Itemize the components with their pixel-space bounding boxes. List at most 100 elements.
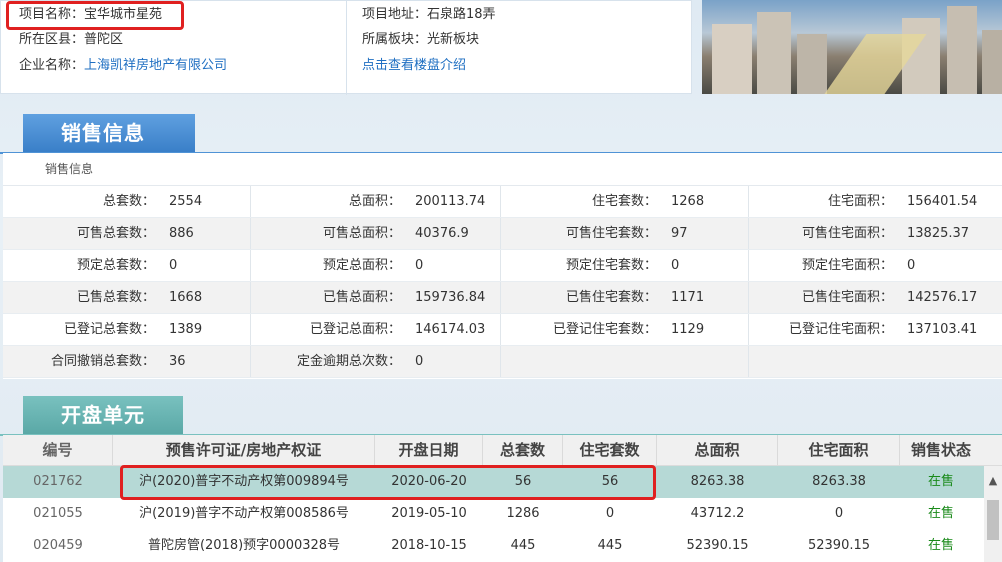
sales-value: 1668 [163,282,251,313]
sales-label: 已售总面积： [322,290,401,305]
sales-value [665,346,749,377]
sales-label: 总套数： [102,194,155,209]
units-section-tab: 开盘单元 [23,396,183,434]
sales-label: 预定总面积： [322,258,401,273]
sales-label: 定金逾期总次数： [296,354,401,369]
project-info-right: 项目地址：石泉路18弄 所属板块：光新板块 点击查看楼盘介绍 [348,1,692,95]
sales-value: 200113.74 [409,186,501,217]
sales-row: 预定总套数： 0 预定总面积： 0 预定住宅套数： 0 预定住宅面积： 0 [3,250,1002,282]
unit-open-date: 2019-05-10 [391,506,467,521]
sales-label [749,346,901,377]
column-header-residential-units[interactable]: 住宅套数 [563,435,657,465]
sales-value: 886 [163,218,251,249]
column-header-total-units[interactable]: 总套数 [483,435,563,465]
unit-total-area: 52390.15 [686,538,749,553]
intro-row: 点击查看楼盘介绍 [362,55,466,77]
sales-label: 可售住宅套数： [565,226,657,241]
sales-label: 合同撤销总套数： [50,354,155,369]
sales-label: 总面积： [348,194,401,209]
unit-permit: 沪(2019)普字不动产权第008586号 [139,506,349,521]
sales-label: 已售总套数： [76,290,155,305]
sales-value: 142576.17 [907,290,978,305]
sales-label: 已售住宅面积： [801,290,893,305]
sales-value: 0 [163,250,251,281]
sales-label: 可售总面积： [322,226,401,241]
sales-value: 13825.37 [907,226,970,241]
address-label: 项目地址： [362,7,428,22]
unit-number: 020459 [33,538,83,553]
unit-total-units: 1286 [506,506,540,521]
unit-permit: 普陀房管(2018)预字0000328号 [147,538,341,553]
sales-label: 预定住宅面积： [801,258,893,273]
block-value: 光新板块 [427,32,480,47]
sales-value: 36 [163,346,251,377]
sales-value: 1171 [665,282,749,313]
sales-label [501,346,665,377]
project-photo [702,0,1002,94]
sales-row: 已售总套数： 1668 已售总面积： 159736.84 已售住宅套数： 117… [3,282,1002,314]
sales-value: 137103.41 [907,322,978,337]
sales-value: 159736.84 [409,282,501,313]
sales-value: 2554 [163,186,251,217]
sales-row: 已登记总套数： 1389 已登记总面积： 146174.03 已登记住宅套数： … [3,314,1002,346]
sales-label: 住宅套数： [591,194,657,209]
sales-value: 1129 [665,314,749,345]
sales-value: 156401.54 [907,194,978,209]
unit-number: 021055 [33,506,83,521]
sales-row: 总套数： 2554 总面积： 200113.74 住宅套数： 1268 住宅面积… [3,186,1002,218]
sales-label: 住宅面积： [827,194,893,209]
district-label: 所在区县： [19,32,85,47]
unit-sales-status: 在售 [927,538,954,553]
sales-value: 146174.03 [409,314,501,345]
address-value: 石泉路18弄 [427,7,496,22]
sales-value: 97 [665,218,749,249]
table-row[interactable]: 021055 沪(2019)普字不动产权第008586号 2019-05-10 … [3,498,1002,530]
sales-label: 已登记总面积： [309,322,401,337]
sales-section-tab: 销售信息 [23,114,195,152]
sales-caption: 销售信息 [3,153,1002,186]
sales-value: 40376.9 [409,218,501,249]
unit-total-units: 445 [510,538,536,553]
sales-value [901,346,1002,377]
unit-residential-area: 8263.38 [812,474,866,489]
company-row: 企业名称：上海凯祥房地产有限公司 [19,55,227,77]
unit-residential-area: 0 [834,506,844,521]
column-header-sales-status[interactable]: 销售状态 [900,435,982,465]
table-row[interactable]: 020459 普陀房管(2018)预字0000328号 2018-10-15 4… [3,530,1002,562]
project-name-highlight [6,1,184,30]
unit-total-area: 8263.38 [690,474,745,489]
sales-label: 可售总套数： [76,226,155,241]
unit-residential-area: 52390.15 [807,538,871,553]
address-row: 项目地址：石泉路18弄 [362,4,496,26]
unit-residential-units: 0 [605,506,615,521]
column-header-total-area[interactable]: 总面积 [657,435,778,465]
chevron-up-icon[interactable]: ▲ [984,474,1002,488]
unit-number: 021762 [33,474,83,489]
district-row: 所在区县：普陀区 [19,29,123,51]
unit-sales-status: 在售 [927,474,954,489]
unit-total-area: 43712.2 [690,506,745,521]
column-header-residential-area[interactable]: 住宅面积 [778,435,900,465]
units-section-header: 开盘单元 [0,396,1002,436]
sales-label: 预定总套数： [76,258,155,273]
sales-label: 已售住宅套数： [565,290,657,305]
unit-sales-status: 在售 [927,506,954,521]
project-intro-link[interactable]: 点击查看楼盘介绍 [362,58,466,73]
block-label: 所属板块： [362,32,428,47]
district-value: 普陀区 [84,32,124,47]
sales-label: 已登记总套数： [63,322,155,337]
column-header-number[interactable]: 编号 [3,435,113,465]
sales-section-header: 销售信息 [0,114,1002,154]
units-scrollbar[interactable]: ▲ [984,466,1002,562]
scrollbar-thumb[interactable] [987,500,999,540]
company-link[interactable]: 上海凯祥房地产有限公司 [84,58,227,73]
column-header-open-date[interactable]: 开盘日期 [375,435,483,465]
unit-open-date: 2018-10-15 [391,538,467,553]
column-header-permit[interactable]: 预售许可证/房地产权证 [113,435,375,465]
selected-row-highlight [120,465,656,500]
sales-label: 已登记住宅面积： [788,322,893,337]
sales-value: 0 [907,258,916,273]
sales-label: 可售住宅面积： [801,226,893,241]
sales-row: 可售总套数： 886 可售总面积： 40376.9 可售住宅套数： 97 可售住… [3,218,1002,250]
unit-residential-units: 445 [597,538,623,553]
